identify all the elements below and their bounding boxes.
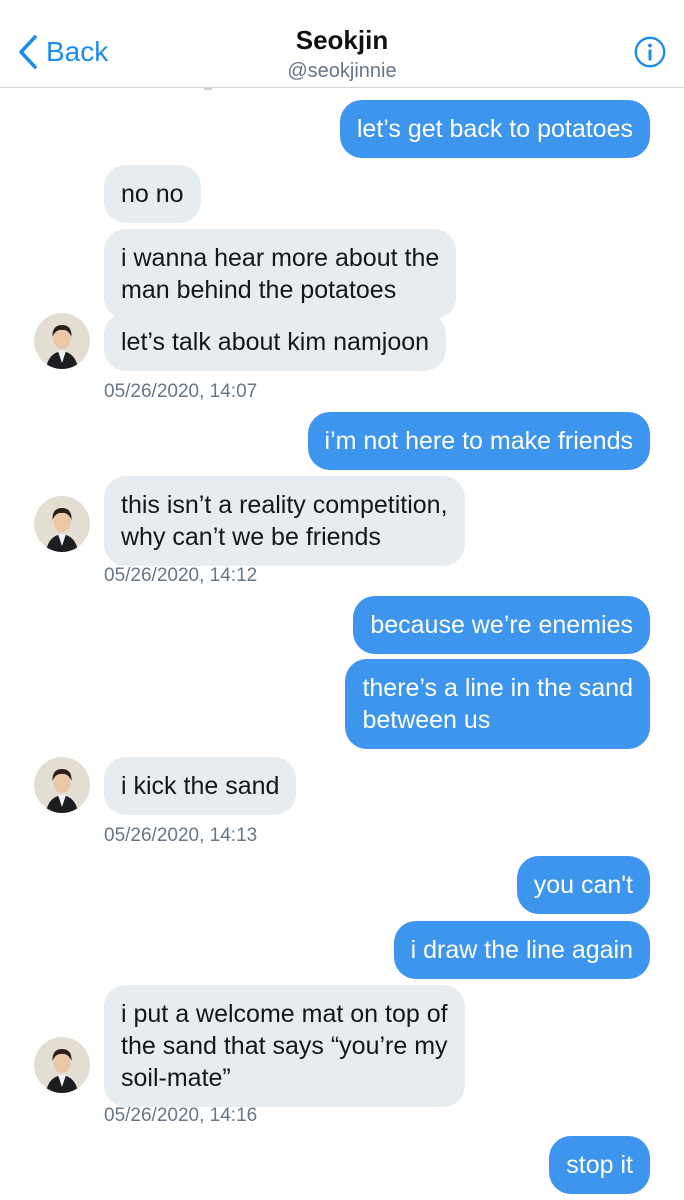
- message-outgoing[interactable]: because we’re enemies: [353, 596, 650, 654]
- message-outgoing[interactable]: let’s get back to potatoes: [339, 100, 650, 158]
- avatar-image: [34, 313, 90, 369]
- message-timestamp: 05/26/2020, 14:13: [104, 825, 258, 846]
- scroll-indicator: [204, 88, 212, 90]
- message-incoming[interactable]: let’s talk about kim namjoon: [104, 313, 447, 371]
- message-line: soil-mate”: [121, 1064, 231, 1092]
- info-button[interactable]: [634, 36, 666, 68]
- message-line: there’s a line in the sand: [362, 674, 633, 702]
- avatar[interactable]: [34, 1037, 90, 1093]
- info-icon: [634, 36, 666, 68]
- message-line: i wanna hear more about the: [121, 244, 440, 272]
- message-line: i put a welcome mat on top of: [121, 1000, 448, 1028]
- message-line: between us: [362, 706, 491, 734]
- message-line: the sand that says “you’re my: [121, 1032, 448, 1060]
- conversation-header: Back Seokjin @seokjinnie: [0, 0, 684, 88]
- message-outgoing[interactable]: i’m not here to make friends: [307, 412, 650, 470]
- message-incoming[interactable]: i put a welcome mat on top of the sand t…: [104, 985, 465, 1107]
- message-line: why can’t we be friends: [121, 523, 381, 551]
- conversation-title: Seokjin: [295, 25, 389, 55]
- message-incoming[interactable]: i kick the sand: [104, 757, 297, 815]
- message-outgoing[interactable]: you can't: [516, 856, 650, 914]
- message-timestamp: 05/26/2020, 14:16: [104, 1105, 258, 1126]
- message-outgoing[interactable]: stop it: [549, 1136, 650, 1194]
- avatar[interactable]: [34, 313, 90, 369]
- avatar-image: [34, 496, 90, 552]
- message-incoming[interactable]: no no: [104, 165, 201, 223]
- conversation-handle: @seokjinnie: [287, 60, 397, 82]
- avatar[interactable]: [34, 757, 90, 813]
- message-timestamp: 05/26/2020, 14:07: [104, 381, 258, 402]
- message-line: man behind the potatoes: [121, 276, 397, 304]
- conversation-title-block: Seokjin @seokjinnie: [0, 24, 684, 84]
- message-timestamp: 05/26/2020, 14:12: [104, 565, 258, 586]
- avatar-image: [34, 1037, 90, 1093]
- message-incoming[interactable]: this isn’t a reality competition, why ca…: [104, 476, 465, 566]
- message-outgoing[interactable]: i draw the line again: [393, 921, 650, 979]
- avatar-image: [34, 757, 90, 813]
- message-line: this isn’t a reality competition,: [121, 491, 448, 519]
- message-incoming[interactable]: i wanna hear more about the man behind t…: [104, 229, 457, 319]
- avatar[interactable]: [34, 496, 90, 552]
- message-outgoing[interactable]: there’s a line in the sand between us: [345, 659, 650, 749]
